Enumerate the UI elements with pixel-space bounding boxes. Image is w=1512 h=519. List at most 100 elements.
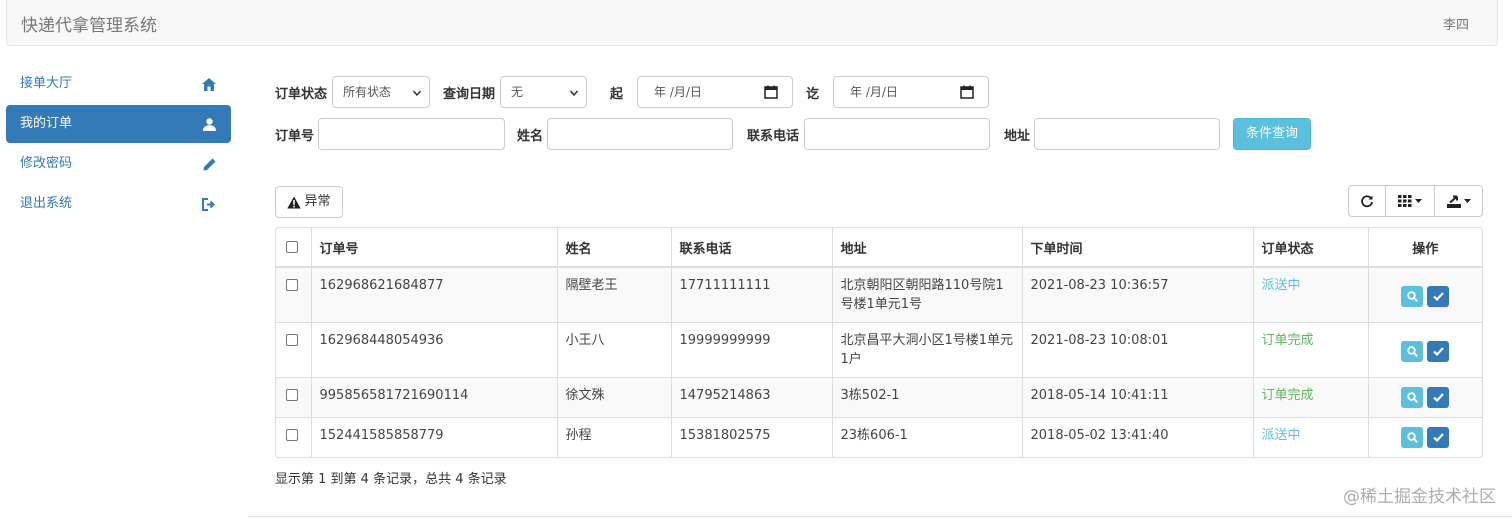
columns-icon: [1398, 195, 1412, 207]
view-button[interactable]: [1401, 286, 1424, 307]
refresh-icon: [1361, 195, 1373, 208]
cell-name: 小王八: [557, 322, 672, 378]
phone-input[interactable]: [804, 118, 990, 150]
export-button[interactable]: [1435, 186, 1482, 216]
column-header[interactable]: 下单时间: [1022, 228, 1254, 268]
cell-actions: [1368, 417, 1482, 457]
cell-address: 北京朝阳区朝阳路110号院1号楼1单元1号: [832, 266, 1023, 323]
refresh-button[interactable]: [1349, 186, 1386, 216]
row-checkbox[interactable]: [286, 429, 298, 441]
caret-down-icon: [1415, 198, 1422, 203]
row-checkbox[interactable]: [286, 334, 298, 346]
app-title[interactable]: 快递代拿管理系统: [21, 11, 157, 36]
complete-button[interactable]: [1427, 341, 1450, 362]
cell-address: 3栋502-1: [832, 377, 1023, 418]
address-input[interactable]: [1034, 118, 1220, 150]
order-no-label: 订单号: [275, 129, 315, 144]
sidebar-item-logout[interactable]: 退出系统: [6, 185, 231, 223]
caret-down-icon: [1463, 198, 1471, 203]
column-header: 操作: [1368, 228, 1482, 268]
cell-order-no: 162968621684877: [311, 266, 558, 323]
column-header[interactable]: 联系电话: [671, 228, 833, 268]
pencil-icon: [201, 156, 217, 172]
order-no-input[interactable]: [318, 118, 505, 150]
query-date-value: 无: [511, 85, 524, 99]
cell-phone: 19999999999: [671, 322, 833, 378]
phone-label: 联系电话: [747, 129, 800, 144]
column-header[interactable]: 订单状态: [1253, 228, 1369, 268]
search-icon: [1407, 392, 1418, 403]
warning-icon: [287, 196, 302, 208]
user-icon: [201, 116, 217, 132]
name-input[interactable]: [547, 118, 733, 150]
sidebar-item-label: 退出系统: [20, 196, 73, 211]
exception-button[interactable]: 异常: [275, 186, 343, 218]
query-date-select[interactable]: 无: [500, 76, 587, 108]
table-row: 162968621684877 隔壁老王 17711111111 北京朝阳区朝阳…: [276, 266, 1482, 323]
cell-phone: 17711111111: [671, 266, 833, 323]
check-icon: [1432, 292, 1444, 301]
complete-button[interactable]: [1427, 387, 1450, 408]
sidebar-item-my-orders[interactable]: 我的订单: [6, 105, 231, 143]
cell-time: 2018-05-02 13:41:40: [1022, 417, 1254, 457]
column-header[interactable]: 订单号: [311, 228, 558, 268]
cell-actions: [1368, 266, 1482, 323]
calendar-icon[interactable]: [764, 85, 778, 99]
check-icon: [1432, 393, 1444, 402]
export-icon: [1446, 195, 1461, 208]
sidebar-item-label: 接单大厅: [20, 76, 73, 91]
column-header[interactable]: 姓名: [557, 228, 672, 268]
search-icon: [1407, 291, 1418, 302]
column-header[interactable]: 地址: [832, 228, 1023, 268]
check-icon: [1432, 347, 1444, 356]
complete-button[interactable]: [1427, 427, 1450, 448]
top-navbar: 快递代拿管理系统 李四: [6, 0, 1498, 46]
date-from-input[interactable]: 年 /月/日: [637, 76, 793, 108]
divider: [248, 516, 1512, 517]
cell-address: 23栋606-1: [832, 417, 1023, 457]
home-icon: [201, 76, 217, 92]
pagination-summary: 显示第 1 到第 4 条记录，总共 4 条记录: [275, 472, 507, 487]
sidebar-item-order-hall[interactable]: 接单大厅: [6, 65, 231, 103]
cell-name: 徐文殊: [557, 377, 672, 418]
select-all-checkbox[interactable]: [286, 240, 298, 253]
row-checkbox[interactable]: [286, 389, 298, 401]
order-status-select[interactable]: 所有状态: [332, 76, 430, 108]
table-row: 995856581721690114 徐文殊 14795214863 3栋502…: [276, 377, 1482, 418]
cell-name: 隔壁老王: [557, 266, 672, 323]
calendar-icon[interactable]: [960, 85, 974, 99]
row-checkbox[interactable]: [286, 279, 298, 291]
view-button[interactable]: [1401, 387, 1424, 408]
date-to-placeholder: 年 /月/日: [850, 85, 898, 99]
cell-order-no: 162968448054936: [311, 322, 558, 378]
sidebar: 接单大厅 我的订单 修改密码 退出系统: [6, 65, 231, 225]
current-user[interactable]: 李四: [1443, 14, 1469, 33]
cell-address: 北京昌平大洞小区1号楼1单元1户: [832, 322, 1023, 378]
check-icon: [1432, 433, 1444, 442]
date-to-label: 讫: [806, 87, 820, 102]
cell-time: 2021-08-23 10:36:57: [1022, 266, 1254, 323]
orders-table: 订单号 姓名 联系电话 地址 下单时间 订单状态 操作 162968621684…: [275, 227, 1483, 458]
complete-button[interactable]: [1427, 286, 1450, 307]
date-to-input[interactable]: 年 /月/日: [833, 76, 989, 108]
cell-status: 订单完成: [1253, 322, 1369, 378]
cell-time: 2018-05-14 10:41:11: [1022, 377, 1254, 418]
table-row: 162968448054936 小王八 19999999999 北京昌平大洞小区…: [276, 322, 1482, 378]
date-from-placeholder: 年 /月/日: [654, 85, 702, 99]
cell-name: 孙程: [557, 417, 672, 457]
search-icon: [1407, 346, 1418, 357]
address-label: 地址: [1004, 129, 1031, 144]
order-status-value: 所有状态: [343, 85, 392, 99]
query-button[interactable]: 条件查询: [1233, 118, 1311, 150]
sidebar-item-change-password[interactable]: 修改密码: [6, 145, 231, 183]
date-from-label: 起: [610, 87, 624, 102]
cell-status: 派送中: [1253, 417, 1369, 457]
cell-phone: 14795214863: [671, 377, 833, 418]
columns-button[interactable]: [1386, 186, 1435, 216]
view-button[interactable]: [1401, 341, 1424, 362]
view-button[interactable]: [1401, 427, 1424, 448]
table-header-row: 订单号 姓名 联系电话 地址 下单时间 订单状态 操作: [276, 228, 1482, 268]
search-icon: [1407, 432, 1418, 443]
cell-status: 派送中: [1253, 266, 1369, 323]
cell-order-no: 152441585858779: [311, 417, 558, 457]
